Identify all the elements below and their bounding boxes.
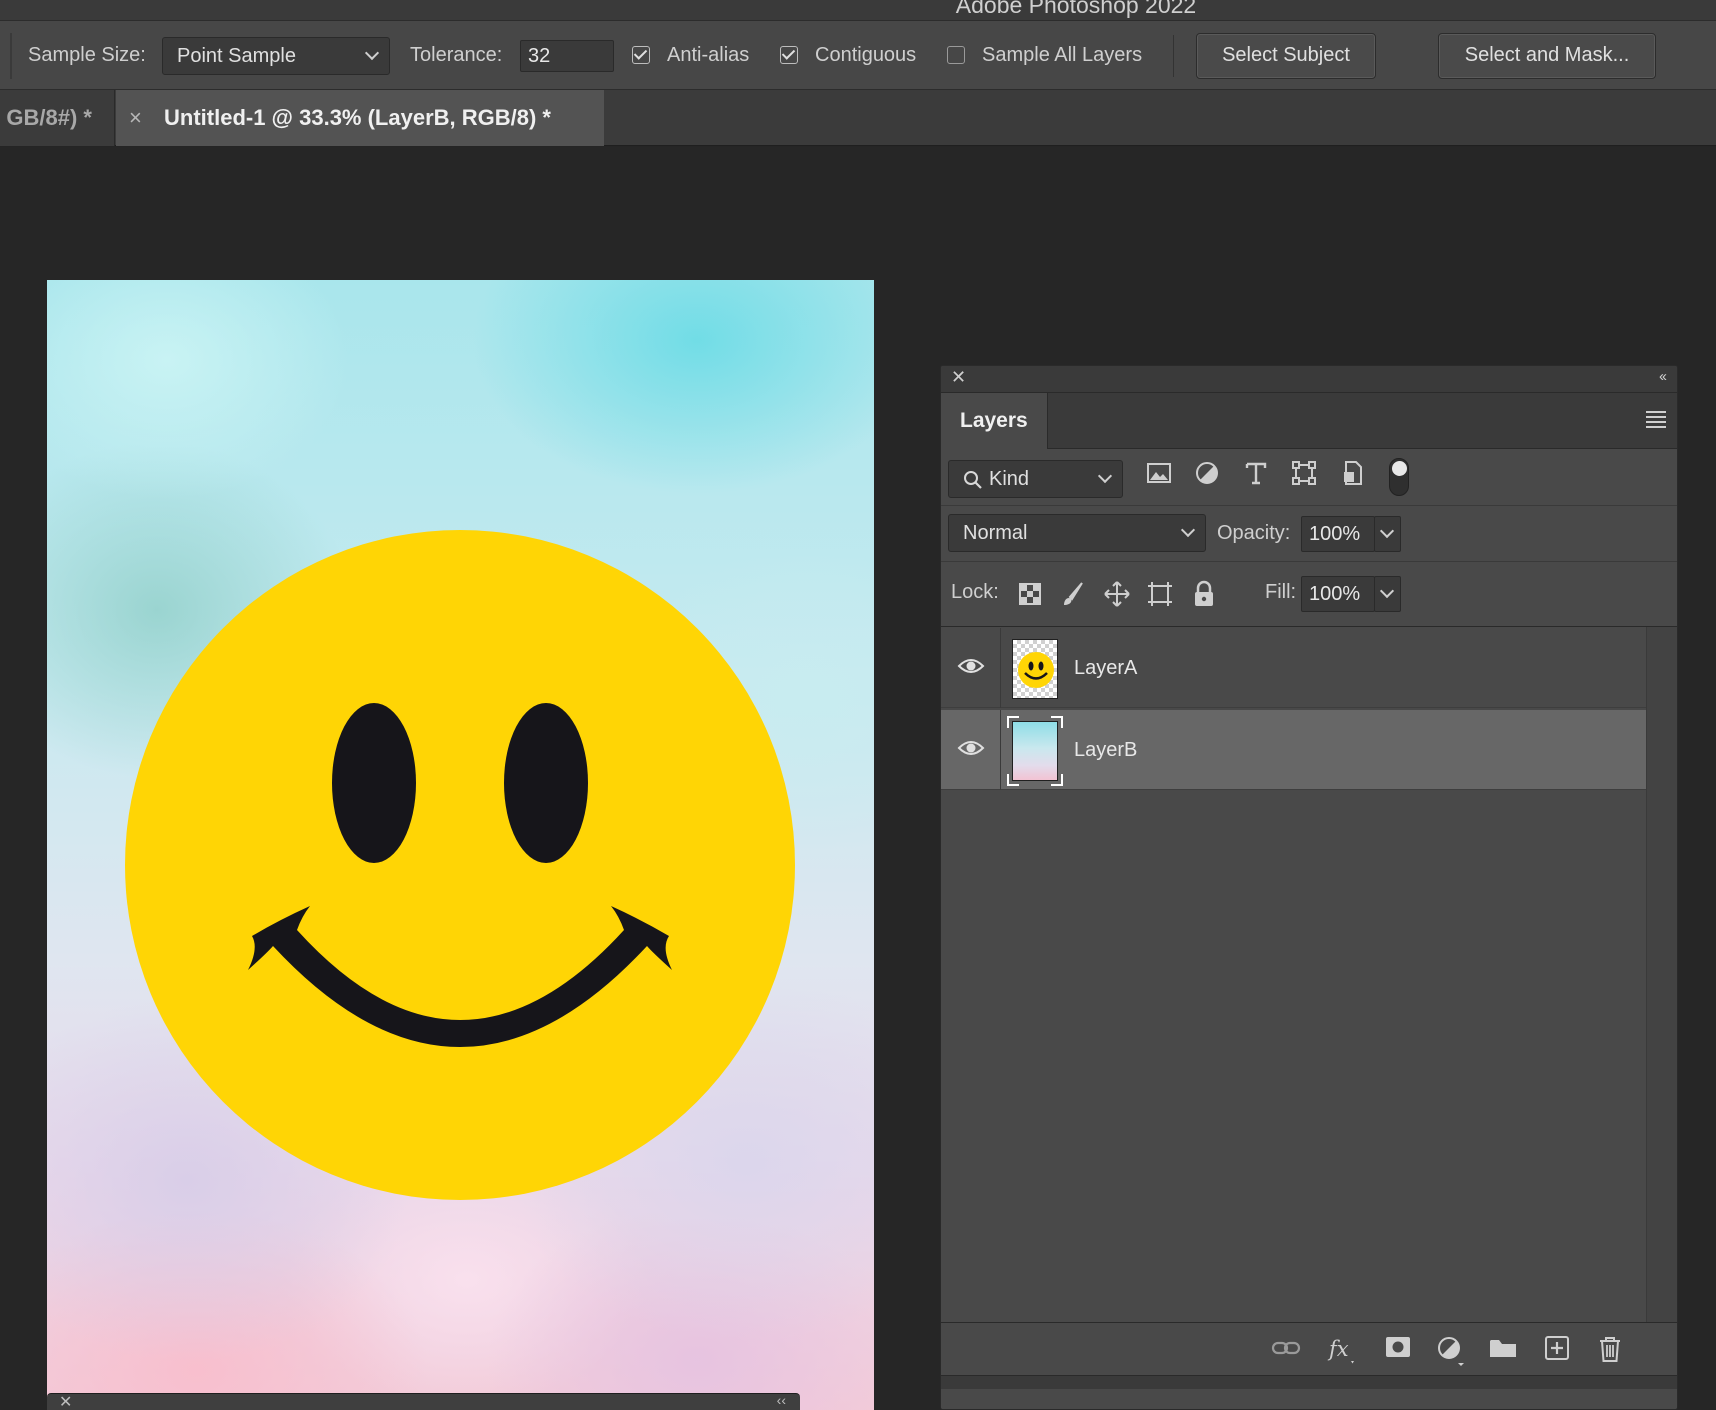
svg-text:fx: fx <box>1327 1337 1349 1361</box>
fx-icon[interactable]: fx <box>1327 1335 1357 1365</box>
smart-object-filter-icon[interactable] <box>1340 460 1366 486</box>
layer-name[interactable]: LayerB <box>1074 710 1137 790</box>
panel-header[interactable]: ✕ ‹‹ <box>941 366 1677 393</box>
chevron-down-icon <box>1379 583 1395 599</box>
tab-active-label: Untitled-1 @ 33.3% (LayerB, RGB/8) * <box>164 105 551 130</box>
eye-icon[interactable] <box>957 738 985 758</box>
opacity-label: Opacity: <box>1217 522 1291 544</box>
close-icon[interactable]: ✕ <box>59 1392 72 1410</box>
toggle-knob <box>1392 461 1407 476</box>
filter-toggle-switch[interactable] <box>1389 458 1409 496</box>
options-bar-grip[interactable] <box>10 33 12 79</box>
contiguous-label: Contiguous <box>815 44 917 66</box>
filter-kind-value: Kind <box>989 468 1030 490</box>
chevron-down-icon <box>364 45 380 61</box>
app-title: Adobe Photoshop 2022 <box>955 0 1197 18</box>
new-layer-icon[interactable] <box>1544 1335 1570 1361</box>
search-icon <box>964 471 982 489</box>
layers-panel: ✕ ‹‹ Layers Kind Normal Opacity: 100% Lo… <box>940 365 1678 1410</box>
tolerance-label: Tolerance: <box>410 44 503 66</box>
floating-panel-collapsed[interactable]: ✕ ‹‹ <box>47 1392 800 1410</box>
trash-icon[interactable] <box>1598 1335 1622 1363</box>
options-bar: Sample Size: Point Sample Tolerance: 32 … <box>0 20 1716 90</box>
opacity-dropdown-button[interactable] <box>1374 516 1401 552</box>
panel-menu-icon[interactable] <box>1646 411 1666 431</box>
smiley-right-eye <box>504 703 588 863</box>
shape-layer-filter-icon[interactable] <box>1291 460 1317 486</box>
lock-transparent-pixels-icon[interactable] <box>1018 582 1042 606</box>
tolerance-field[interactable]: 32 <box>520 40 614 72</box>
fill-dropdown-button[interactable] <box>1374 576 1401 612</box>
layers-panel-footer: fx <box>941 1322 1677 1409</box>
panel-bottom-resize-bar[interactable] <box>941 1375 1677 1389</box>
adjustment-layer-filter-icon[interactable] <box>1194 460 1220 486</box>
link-icon[interactable] <box>1271 1335 1301 1361</box>
fill-label: Fill: <box>1265 581 1297 603</box>
layer-row-layer-a[interactable]: LayerA <box>941 628 1646 708</box>
document-canvas[interactable] <box>47 280 874 1410</box>
opacity-field[interactable]: 100% <box>1301 516 1375 552</box>
contiguous-checkbox[interactable] <box>780 46 798 64</box>
close-panel-icon[interactable]: ✕ <box>951 367 966 388</box>
sample-size-value: Point Sample <box>177 45 296 67</box>
sample-all-layers-checkbox[interactable] <box>947 46 965 64</box>
type-layer-filter-icon[interactable] <box>1243 460 1269 486</box>
layer-thumbnail-smiley <box>1012 639 1058 699</box>
lock-row: Lock: Fill: 100% <box>941 562 1677 627</box>
eye-icon[interactable] <box>957 656 985 676</box>
smiley-icon <box>1018 652 1054 688</box>
visibility-cell[interactable] <box>941 710 1001 790</box>
panel-tab-row: Layers <box>941 393 1677 449</box>
visibility-cell[interactable] <box>941 628 1001 708</box>
close-tab-icon[interactable]: × <box>129 90 142 146</box>
layer-name[interactable]: LayerA <box>1074 628 1137 708</box>
collapse-icon[interactable]: ‹‹ <box>777 1392 786 1408</box>
lock-label: Lock: <box>951 581 999 603</box>
filter-kind-dropdown[interactable]: Kind <box>948 460 1123 498</box>
lock-all-icon[interactable] <box>1192 580 1216 608</box>
tab-untitled-1[interactable]: × Untitled-1 @ 33.3% (LayerB, RGB/8) * <box>116 90 604 146</box>
tab-previous-document[interactable]: GB/8#) * <box>0 90 115 146</box>
separator <box>1173 35 1174 77</box>
sample-size-dropdown[interactable]: Point Sample <box>162 37 390 75</box>
folder-icon[interactable] <box>1488 1335 1518 1361</box>
pixel-layer-filter-icon[interactable] <box>1146 460 1172 486</box>
sample-all-layers-label: Sample All Layers <box>982 44 1143 66</box>
anti-alias-checkbox[interactable] <box>632 46 650 64</box>
collapse-panel-icon[interactable]: ‹‹ <box>1659 368 1667 385</box>
select-and-mask-button[interactable]: Select and Mask... <box>1438 33 1656 79</box>
sample-size-label: Sample Size: <box>28 44 146 66</box>
chevron-down-icon <box>1097 468 1113 484</box>
blend-mode-row: Normal Opacity: 100% <box>941 506 1677 562</box>
anti-alias-label: Anti-alias <box>667 44 750 66</box>
selected-thumbnail-bracket <box>1007 716 1063 786</box>
title-bar: Adobe Photoshop 2022 <box>0 0 1716 20</box>
smiley-face <box>125 530 795 1200</box>
smiley-artwork <box>125 530 795 1200</box>
smiley-left-eye <box>332 703 416 863</box>
blend-mode-value: Normal <box>963 522 1028 544</box>
add-mask-icon[interactable] <box>1384 1335 1412 1359</box>
select-subject-button[interactable]: Select Subject <box>1196 33 1376 79</box>
layer-row-layer-b[interactable]: LayerB <box>941 710 1646 790</box>
new-adjustment-layer-icon[interactable] <box>1436 1335 1468 1367</box>
blend-mode-dropdown[interactable]: Normal <box>948 514 1206 552</box>
lock-image-pixels-icon[interactable] <box>1060 581 1086 607</box>
tab-previous-label: GB/8#) * <box>6 105 92 130</box>
layers-scrollbar[interactable] <box>1646 627 1677 1322</box>
lock-position-icon[interactable] <box>1103 580 1131 608</box>
layer-filter-row: Kind <box>941 450 1677 506</box>
fill-field[interactable]: 100% <box>1301 576 1375 612</box>
chevron-down-icon <box>1379 523 1395 539</box>
tab-layers[interactable]: Layers <box>941 393 1048 449</box>
document-tab-bar: GB/8#) * × Untitled-1 @ 33.3% (LayerB, R… <box>0 90 1716 146</box>
chevron-down-icon <box>1180 522 1196 538</box>
lock-artboard-icon[interactable] <box>1146 580 1174 608</box>
